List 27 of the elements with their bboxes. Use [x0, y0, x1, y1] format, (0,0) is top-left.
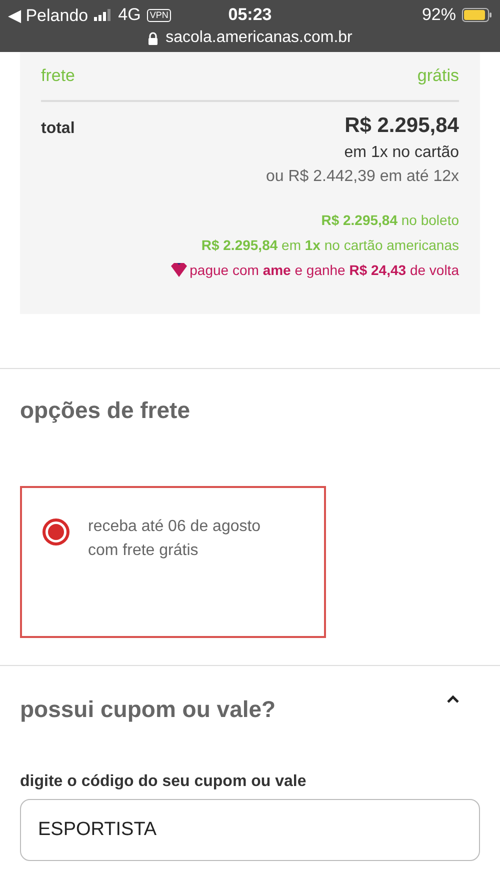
lock-icon [148, 32, 158, 44]
total-note: em 1x no cartão [344, 144, 459, 162]
section-title: opções de frete [20, 397, 191, 424]
offer-text: pague com ame e ganhe R$ 24,43 de volta [190, 262, 459, 278]
network-label: 4G [118, 5, 141, 25]
shipping-option[interactable]: receba até 06 de agosto com frete grátis [20, 486, 326, 638]
shipping-label: frete [41, 66, 76, 86]
offer-text: R$ 2.295,84 no boleto [321, 212, 459, 228]
battery-icon [462, 8, 492, 22]
offer-text: R$ 2.295,84 em 1x no cartão americanas [201, 237, 459, 253]
chevron-icon[interactable] [446, 694, 460, 703]
back-app-link[interactable]: ◀ Pelando [8, 4, 88, 26]
url-address[interactable]: sacola.americanas.com.br [166, 29, 352, 47]
installments-text: ou R$ 2.442,39 em até 12x [266, 168, 459, 186]
shipping-value: grátis [417, 66, 459, 86]
vpn-badge: VPN [146, 8, 172, 22]
clock: 05:23 [228, 5, 272, 25]
coupon-input[interactable]: ESPORTISTA [20, 799, 480, 861]
signal-icon [94, 9, 112, 21]
total-value: R$ 2.295,84 [344, 114, 459, 138]
total-label: total [41, 120, 75, 138]
radio-icon [42, 518, 70, 546]
section-title: possui cupom ou vale? [20, 696, 276, 723]
gem-icon [170, 263, 188, 277]
option-text: receba até 06 de agosto com frete grátis [88, 517, 261, 561]
battery-percent: 92% [422, 5, 456, 25]
field-label: digite o código do seu cupom ou vale [20, 773, 308, 791]
